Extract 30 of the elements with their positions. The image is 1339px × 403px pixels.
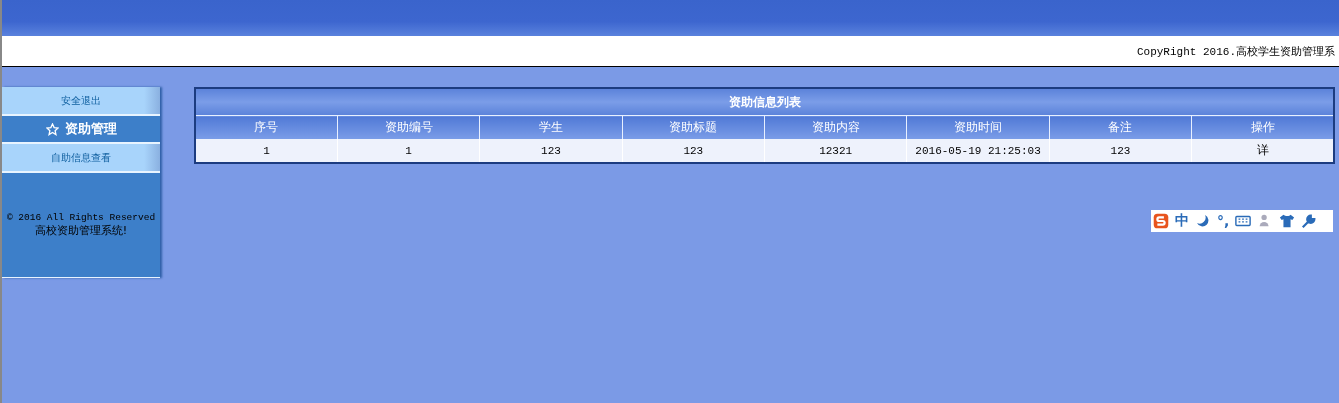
column-header: 操作 <box>1191 115 1334 139</box>
moon-icon[interactable] <box>1195 213 1211 229</box>
column-header: 资助内容 <box>764 115 907 139</box>
footer-text: © 2016 All Rights Reserved <box>6 212 156 223</box>
keyboard-icon[interactable] <box>1235 213 1252 229</box>
copyright-text: CopyRight 2016.高校学生资助管理系 <box>1136 44 1335 59</box>
table-cell: 123 <box>1049 139 1192 163</box>
table-cell: 1 <box>337 139 480 163</box>
table-cell: 123 <box>479 139 623 163</box>
column-header: 学生 <box>479 115 623 139</box>
shirt-icon[interactable] <box>1279 213 1296 229</box>
star-icon <box>45 122 59 136</box>
menu-heading-text: 资助管理 <box>64 120 117 138</box>
table-cell: 12321 <box>764 139 907 163</box>
table-cell: 123 <box>622 139 765 163</box>
wrench-icon[interactable] <box>1301 213 1318 229</box>
column-header: 资助时间 <box>906 115 1050 139</box>
table-title: 资助信息列表 <box>195 88 1334 116</box>
column-header: 资助标题 <box>622 115 765 139</box>
table-cell: 1 <box>195 139 338 163</box>
punctuation-text[interactable]: °, <box>1217 213 1230 229</box>
footer-text: 高校资助管理系统! <box>34 223 128 238</box>
column-header: 资助编号 <box>337 115 480 139</box>
input-mode-text[interactable]: 中 <box>1175 212 1189 230</box>
table-cell: 2016-05-19 21:25:03 <box>906 139 1050 163</box>
sidebar-item[interactable]: 安全退出 <box>2 87 160 116</box>
detail-link[interactable]: 详 <box>1256 143 1269 157</box>
column-header: 备注 <box>1049 115 1192 139</box>
sidebar-item[interactable]: 自助信息查看 <box>2 144 160 173</box>
column-header: 序号 <box>195 115 338 139</box>
